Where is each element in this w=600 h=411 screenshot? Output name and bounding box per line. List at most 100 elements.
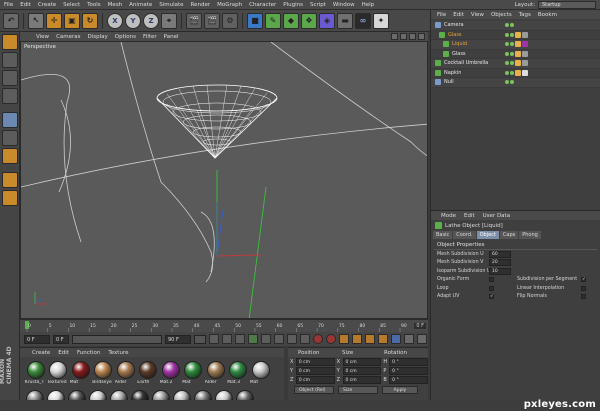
coordinate-system-icon[interactable]: ⌖ bbox=[161, 12, 177, 29]
scale-key-icon[interactable] bbox=[365, 334, 375, 344]
phong-tag-icon[interactable] bbox=[515, 50, 521, 57]
material-swatch[interactable]: Mat bbox=[250, 361, 271, 385]
rotation-h-field[interactable]: 0 ° bbox=[389, 357, 428, 366]
array-icon[interactable]: ❖ bbox=[301, 12, 317, 29]
tab-caps[interactable]: Caps bbox=[499, 231, 519, 239]
apply-button[interactable]: Apply bbox=[382, 386, 418, 394]
light-icon[interactable]: ✦ bbox=[373, 12, 389, 29]
render-view-icon[interactable]: 🎬 bbox=[186, 12, 202, 29]
prev-key-icon[interactable] bbox=[222, 334, 232, 344]
snap-icon[interactable] bbox=[1, 190, 18, 206]
menu-file[interactable]: File bbox=[4, 2, 13, 8]
points-mode-icon[interactable] bbox=[1, 112, 18, 128]
viewport-menu-panel[interactable]: Panel bbox=[164, 34, 179, 40]
viewport-menu-cameras[interactable]: Cameras bbox=[56, 34, 80, 40]
point-level-key-icon[interactable] bbox=[404, 334, 414, 344]
timeline-ruler[interactable]: 0 5 10 15 20 25 30 35 40 45 50 55 60 65 70 75 80 85 90 0 F bbox=[20, 319, 428, 332]
rotation-b-field[interactable]: 0 ° bbox=[389, 375, 428, 384]
texture-mode-icon[interactable] bbox=[1, 70, 18, 86]
material-menu-function[interactable]: Function bbox=[77, 350, 100, 356]
object-name[interactable]: Glass bbox=[448, 32, 508, 38]
visibility-dot-icon[interactable] bbox=[505, 23, 509, 28]
position-x-field[interactable]: 0 cm bbox=[295, 357, 335, 366]
play-icon[interactable] bbox=[248, 334, 258, 344]
material-menu-edit[interactable]: Edit bbox=[58, 350, 69, 356]
checkbox[interactable] bbox=[581, 285, 586, 291]
render-dot-icon[interactable] bbox=[510, 51, 514, 56]
goto-end-icon[interactable] bbox=[287, 334, 297, 344]
subdivision-surface-icon[interactable]: ◆ bbox=[283, 12, 299, 29]
menu-mograph[interactable]: MoGraph bbox=[217, 2, 242, 8]
texture-axis-icon[interactable] bbox=[1, 88, 18, 104]
material-tag-icon[interactable] bbox=[522, 41, 528, 48]
viewport-menu-view[interactable]: View bbox=[36, 34, 49, 40]
y-axis-icon[interactable]: Y bbox=[125, 12, 141, 29]
render-dot-icon[interactable] bbox=[510, 32, 514, 37]
object-name[interactable]: Glass bbox=[452, 51, 512, 57]
object-name[interactable]: Camera bbox=[444, 22, 504, 28]
goto-start-icon[interactable] bbox=[209, 334, 219, 344]
menu-script[interactable]: Script bbox=[310, 2, 326, 8]
tab-coord[interactable]: Coord. bbox=[453, 231, 476, 239]
object-row[interactable]: Camera bbox=[431, 21, 600, 31]
workplane-icon[interactable] bbox=[1, 172, 18, 188]
rotation-key-icon[interactable] bbox=[378, 334, 388, 344]
perspective-viewport[interactable]: Perspective bbox=[20, 41, 428, 319]
next-key-icon[interactable] bbox=[274, 334, 284, 344]
object-name[interactable]: Liquid bbox=[452, 41, 512, 47]
menu-render[interactable]: Render bbox=[191, 2, 211, 8]
object-name[interactable]: Napkin bbox=[444, 70, 504, 76]
visibility-dot-icon[interactable] bbox=[505, 32, 509, 37]
am-menu-user-data[interactable]: User Data bbox=[483, 213, 510, 219]
om-menu-file[interactable]: File bbox=[437, 12, 446, 18]
material-swatch[interactable]: Mat bbox=[70, 361, 91, 385]
render-dot-icon[interactable] bbox=[510, 61, 514, 66]
object-row[interactable]: Glass bbox=[431, 31, 600, 40]
mesh-subdivision-u-field[interactable]: 60 bbox=[489, 250, 511, 258]
z-axis-icon[interactable]: Z bbox=[143, 12, 159, 29]
menu-plugins[interactable]: Plugins bbox=[283, 2, 303, 8]
camera-icon[interactable]: ∞ bbox=[355, 12, 371, 29]
start-frame-field[interactable]: 0 F bbox=[24, 334, 50, 344]
render-picture-viewer-icon[interactable]: 🎬 bbox=[204, 12, 220, 29]
om-menu-tags[interactable]: Tags bbox=[519, 12, 531, 18]
menu-character[interactable]: Character bbox=[249, 2, 276, 8]
position-y-field[interactable]: 0 cm bbox=[295, 366, 335, 375]
visibility-dot-icon[interactable] bbox=[505, 42, 509, 47]
checkbox[interactable] bbox=[581, 294, 586, 300]
menu-mesh[interactable]: Mesh bbox=[108, 2, 122, 8]
end-frame-field[interactable]: 90 F bbox=[165, 334, 191, 344]
phong-tag-icon[interactable] bbox=[515, 41, 521, 48]
menu-tools[interactable]: Tools bbox=[87, 2, 101, 8]
object-row[interactable]: Glass bbox=[431, 50, 600, 59]
material-swatch[interactable]: Textured bbox=[47, 361, 69, 385]
isoparm-subdivision-u-field[interactable]: 10 bbox=[489, 267, 511, 275]
live-select-icon[interactable]: ↖ bbox=[28, 12, 44, 29]
menu-create[interactable]: Create bbox=[38, 2, 56, 8]
keyframe-selection-icon[interactable] bbox=[339, 334, 349, 344]
material-tag-icon[interactable] bbox=[522, 60, 528, 67]
menu-edit[interactable]: Edit bbox=[20, 2, 31, 8]
visibility-dot-icon[interactable] bbox=[505, 51, 509, 56]
mesh-subdivision-v-field[interactable]: 20 bbox=[489, 259, 511, 267]
polygons-mode-icon[interactable] bbox=[1, 148, 18, 164]
render-dot-icon[interactable] bbox=[510, 23, 514, 28]
object-name[interactable]: Null bbox=[444, 79, 504, 85]
timeline-menu-icon[interactable] bbox=[417, 334, 427, 344]
material-swatch[interactable]: Mat bbox=[182, 361, 204, 385]
frame-range-slider[interactable] bbox=[72, 334, 162, 344]
rotation-p-field[interactable]: 0 ° bbox=[389, 366, 428, 375]
material-tag-icon[interactable] bbox=[522, 50, 528, 57]
x-axis-icon[interactable]: X bbox=[107, 12, 123, 29]
phong-tag-icon[interactable] bbox=[515, 69, 521, 76]
material-swatch[interactable]: Alder bbox=[115, 361, 136, 385]
next-frame-icon[interactable] bbox=[261, 334, 271, 344]
checkbox[interactable] bbox=[489, 285, 494, 291]
material-menu-create[interactable]: Create bbox=[32, 350, 50, 356]
viewport-menu-options[interactable]: Options bbox=[115, 34, 136, 40]
visibility-dot-icon[interactable] bbox=[505, 80, 509, 85]
zoom-icon[interactable] bbox=[400, 33, 407, 40]
render-dot-icon[interactable] bbox=[510, 80, 514, 85]
material-swatch[interactable]: Birdseye bbox=[92, 361, 114, 385]
frame-range-end-field[interactable] bbox=[194, 334, 206, 344]
